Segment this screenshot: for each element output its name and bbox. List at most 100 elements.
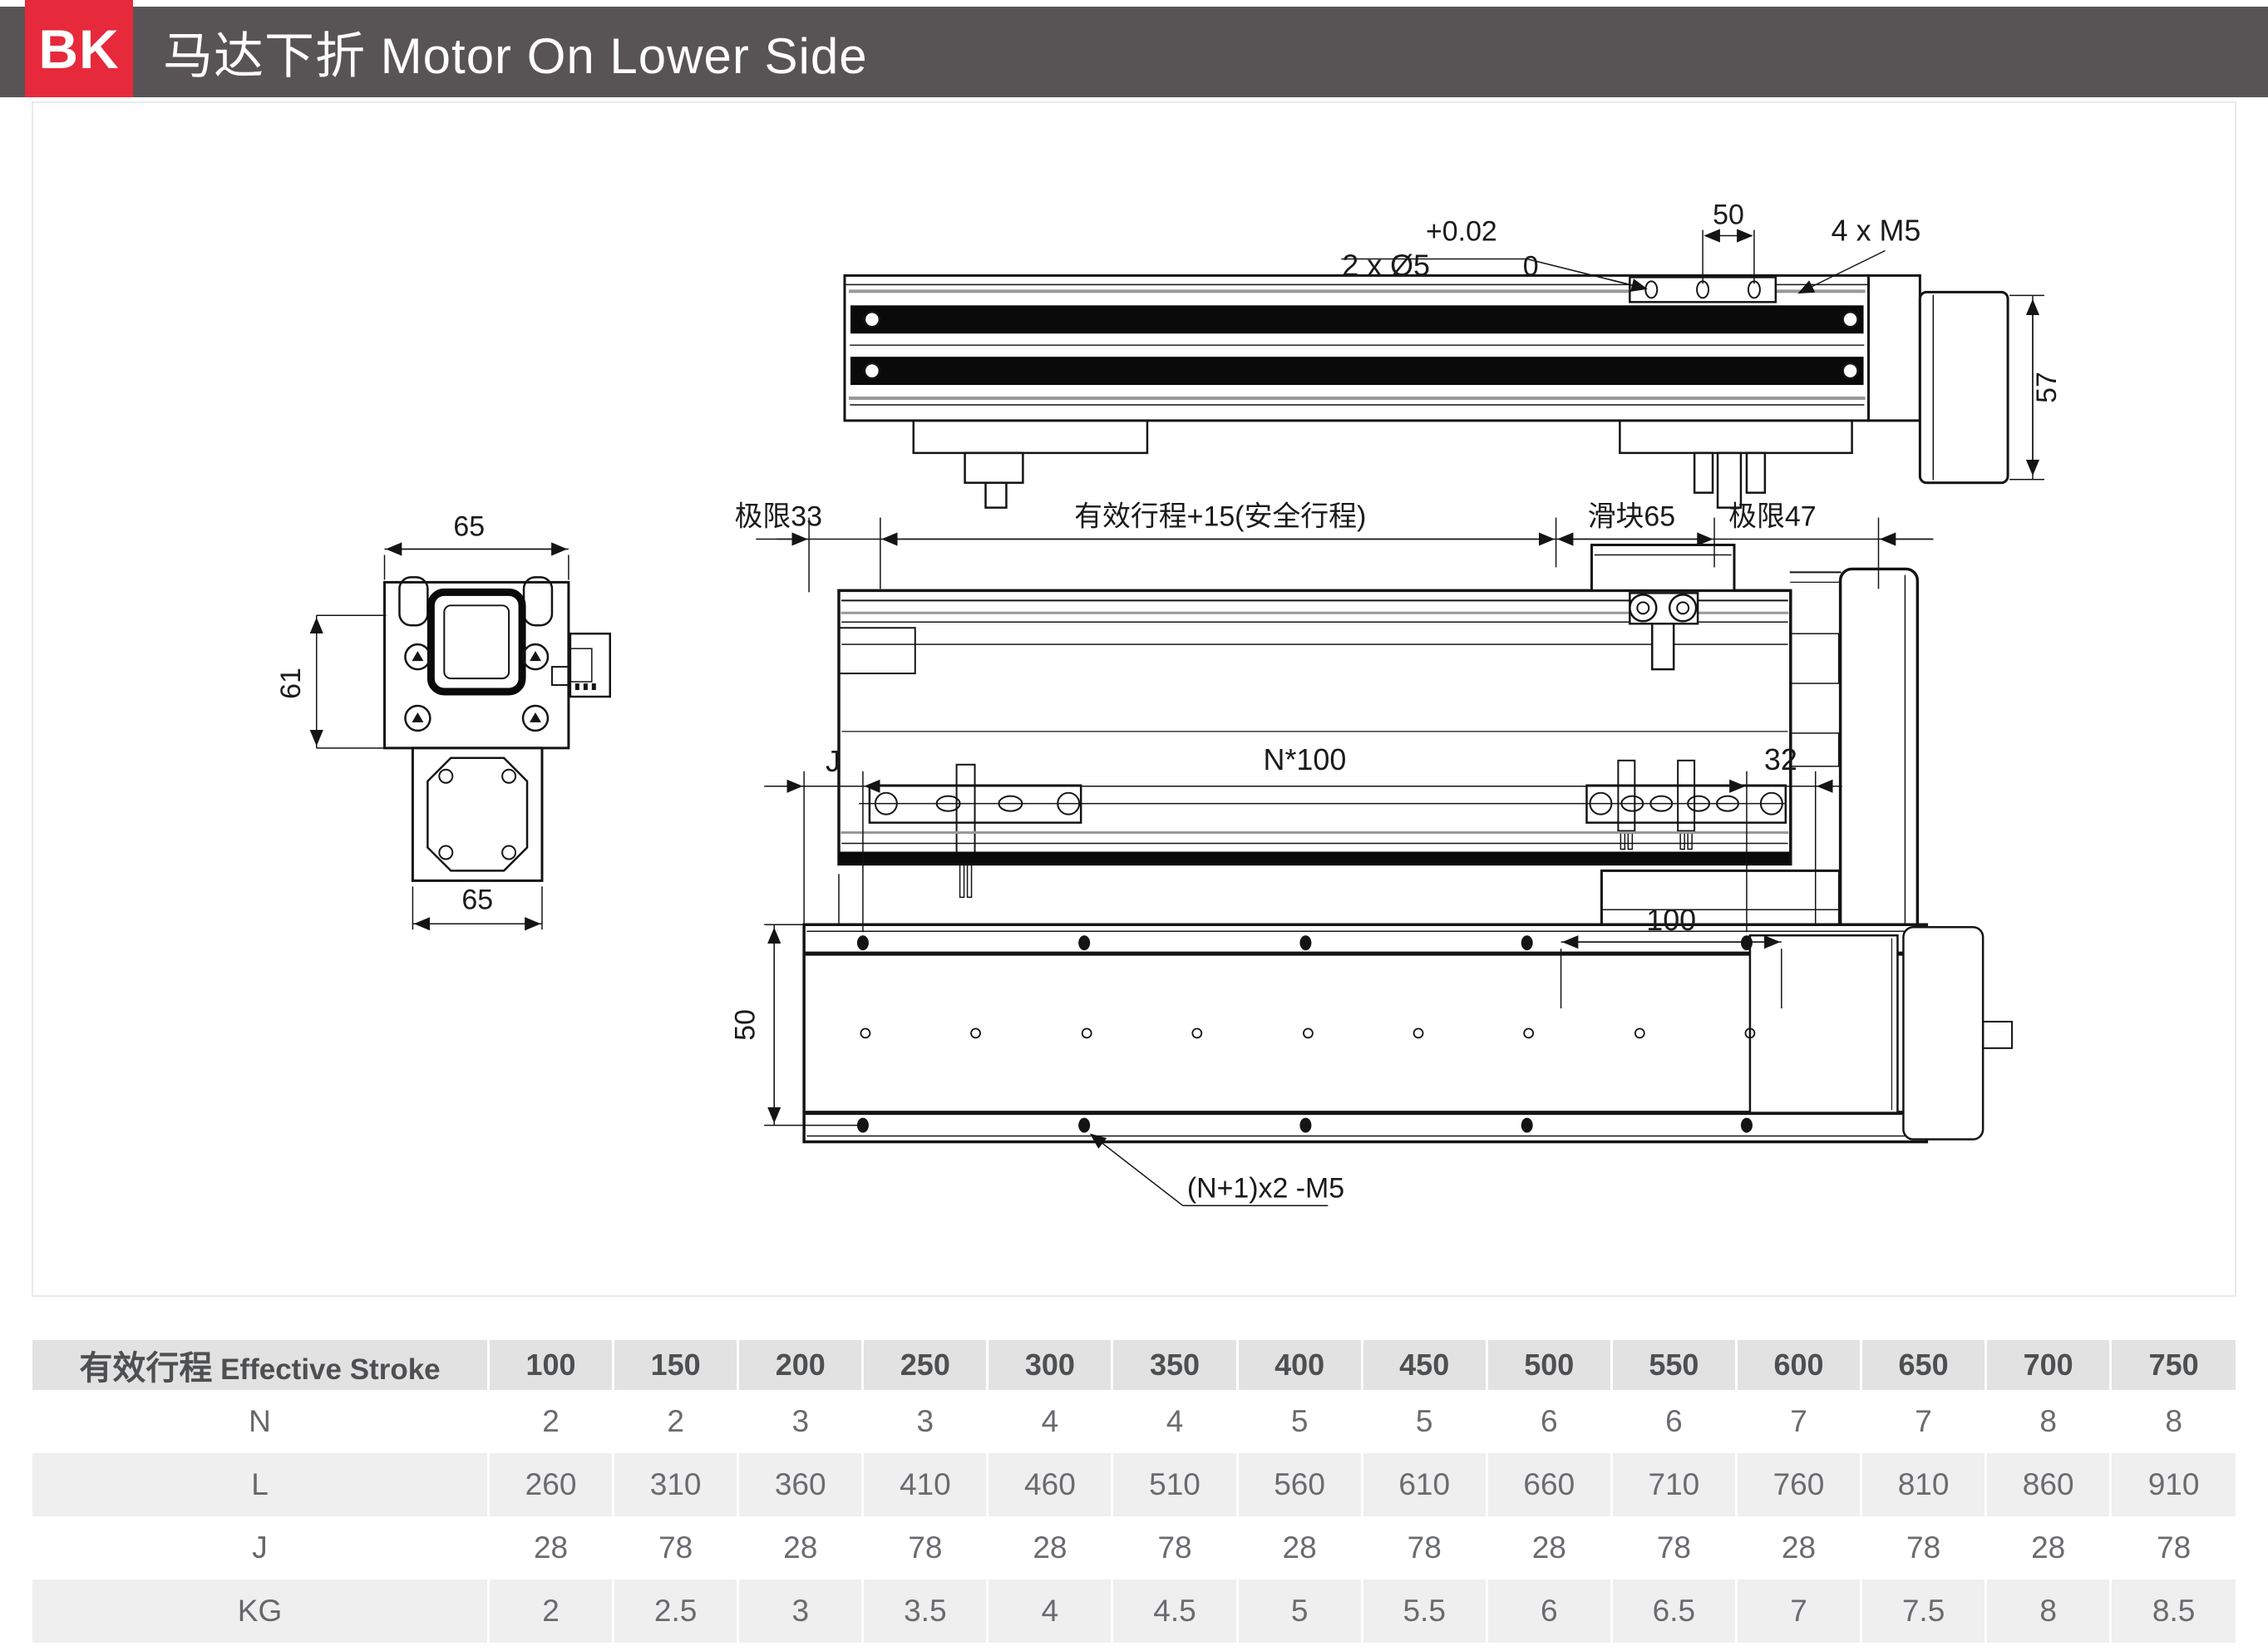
table-cell: 7 xyxy=(1736,1390,1861,1453)
dim-65-top: 65 xyxy=(453,511,485,543)
table-header-row: 有效行程 Effective Stroke1001502002503003504… xyxy=(32,1340,2236,1390)
technical-drawing-panel: 50 +0.02 2 x Ø5 0 4 x M5 57 xyxy=(32,101,2236,1297)
table-cell: 660 xyxy=(1487,1453,1611,1516)
dim-65-bottom: 65 xyxy=(461,884,493,915)
table-cell: 460 xyxy=(988,1453,1112,1516)
table-cell: 8 xyxy=(1986,1580,2111,1643)
table-cell: 4.5 xyxy=(1112,1580,1237,1643)
stroke-header-cell: 有效行程 Effective Stroke xyxy=(32,1340,489,1390)
stroke-value-header: 300 xyxy=(988,1340,1112,1390)
table-cell: 7.5 xyxy=(1861,1580,1986,1643)
stroke-value-header: 200 xyxy=(738,1340,863,1390)
table-cell: 28 xyxy=(489,1516,614,1580)
table-cell: 28 xyxy=(988,1516,1112,1580)
spec-table: 有效行程 Effective Stroke1001502002503003504… xyxy=(32,1340,2236,1643)
dim-limit-left: 极限33 xyxy=(734,501,821,533)
row-label: N xyxy=(32,1390,489,1453)
table-cell: 6 xyxy=(1611,1390,1736,1453)
dim-tol-zero: 0 xyxy=(1523,250,1539,282)
table-cell: 78 xyxy=(1611,1516,1736,1580)
table-cell: 78 xyxy=(1112,1516,1237,1580)
dim-thread-note: 4 x M5 xyxy=(1832,214,1921,248)
stroke-value-header: 150 xyxy=(614,1340,738,1390)
table-cell: 6.5 xyxy=(1611,1580,1736,1643)
dim-57: 57 xyxy=(2031,372,2063,403)
table-cell: 6 xyxy=(1487,1390,1611,1453)
end-view xyxy=(385,577,610,880)
spec-table-head: 有效行程 Effective Stroke1001502002503003504… xyxy=(32,1340,2236,1390)
dim-slider-note: 滑块65 xyxy=(1588,501,1675,533)
table-cell: 5 xyxy=(1237,1390,1362,1453)
table-cell: 2 xyxy=(489,1580,614,1643)
stroke-value-header: 350 xyxy=(1112,1340,1237,1390)
table-cell: 78 xyxy=(614,1516,738,1580)
table-cell: 860 xyxy=(1986,1453,2111,1516)
stroke-value-header: 100 xyxy=(489,1340,614,1390)
table-row-l: L260310360410460510560610660710760810860… xyxy=(32,1453,2236,1516)
table-cell: 2 xyxy=(614,1390,738,1453)
table-cell: 6 xyxy=(1487,1580,1611,1643)
table-cell: 710 xyxy=(1611,1453,1736,1516)
table-cell: 410 xyxy=(863,1453,988,1516)
technical-drawing: 50 +0.02 2 x Ø5 0 4 x M5 57 xyxy=(33,103,2235,1295)
dim-tol-plus: +0.02 xyxy=(1426,216,1497,248)
table-cell: 28 xyxy=(1736,1516,1861,1580)
table-cell: 8 xyxy=(2111,1390,2236,1453)
dim-50-width: 50 xyxy=(729,1009,761,1041)
dim-n100: N*100 xyxy=(1264,743,1347,776)
table-cell: 78 xyxy=(863,1516,988,1580)
table-cell: 260 xyxy=(489,1453,614,1516)
table-cell: 28 xyxy=(1237,1516,1362,1580)
stroke-value-header: 750 xyxy=(2111,1340,2236,1390)
row-label: KG xyxy=(32,1580,489,1643)
dim-61: 61 xyxy=(275,668,307,699)
bottom-view xyxy=(804,924,2012,1141)
table-cell: 910 xyxy=(2111,1453,2236,1516)
spec-table-body: N22334455667788L260310360410460510560610… xyxy=(32,1390,2236,1643)
table-row-kg: KG22.533.544.555.566.577.588.5 xyxy=(32,1580,2236,1643)
stroke-value-header: 250 xyxy=(863,1340,988,1390)
table-cell: 5 xyxy=(1237,1580,1362,1643)
table-cell: 28 xyxy=(738,1516,863,1580)
table-cell: 7 xyxy=(1861,1390,1986,1453)
dim-50: 50 xyxy=(1713,200,1744,231)
table-cell: 5 xyxy=(1362,1390,1487,1453)
table-cell: 4 xyxy=(1112,1390,1237,1453)
stroke-value-header: 500 xyxy=(1487,1340,1611,1390)
stroke-value-header: 550 xyxy=(1611,1340,1736,1390)
table-cell: 78 xyxy=(1861,1516,1986,1580)
dim-hole-note: 2 x Ø5 xyxy=(1342,249,1430,282)
row-label: L xyxy=(32,1453,489,1516)
dim-j: J xyxy=(826,745,841,778)
page-title: 马达下折 Motor On Lower Side xyxy=(163,7,868,97)
table-cell: 3 xyxy=(738,1580,863,1643)
table-cell: 2.5 xyxy=(614,1580,738,1643)
table-cell: 28 xyxy=(1986,1516,2111,1580)
table-cell: 5.5 xyxy=(1362,1580,1487,1643)
table-cell: 360 xyxy=(738,1453,863,1516)
dim-stroke-note: 有效行程+15(安全行程) xyxy=(1074,501,1366,533)
table-row-n: N22334455667788 xyxy=(32,1390,2236,1453)
table-cell: 610 xyxy=(1362,1453,1487,1516)
stroke-value-header: 700 xyxy=(1986,1340,2111,1390)
table-cell: 760 xyxy=(1736,1453,1861,1516)
dim-100: 100 xyxy=(1646,904,1696,937)
table-cell: 810 xyxy=(1861,1453,1986,1516)
table-cell: 4 xyxy=(988,1390,1112,1453)
table-cell: 510 xyxy=(1112,1453,1237,1516)
table-cell: 8.5 xyxy=(2111,1580,2236,1643)
series-badge: BK xyxy=(25,0,133,97)
dim-32: 32 xyxy=(1764,743,1797,776)
stroke-value-header: 600 xyxy=(1736,1340,1861,1390)
table-row-j: J2878287828782878287828782878 xyxy=(32,1516,2236,1580)
table-cell: 4 xyxy=(988,1580,1112,1643)
table-cell: 78 xyxy=(1362,1516,1487,1580)
dim-m5-note: (N+1)x2 -M5 xyxy=(1187,1172,1344,1204)
table-cell: 3 xyxy=(863,1390,988,1453)
table-cell: 3.5 xyxy=(863,1580,988,1643)
table-cell: 560 xyxy=(1237,1453,1362,1516)
table-cell: 7 xyxy=(1736,1580,1861,1643)
dim-limit-right: 极限47 xyxy=(1728,501,1816,533)
stroke-value-header: 400 xyxy=(1237,1340,1362,1390)
table-cell: 8 xyxy=(1986,1390,2111,1453)
